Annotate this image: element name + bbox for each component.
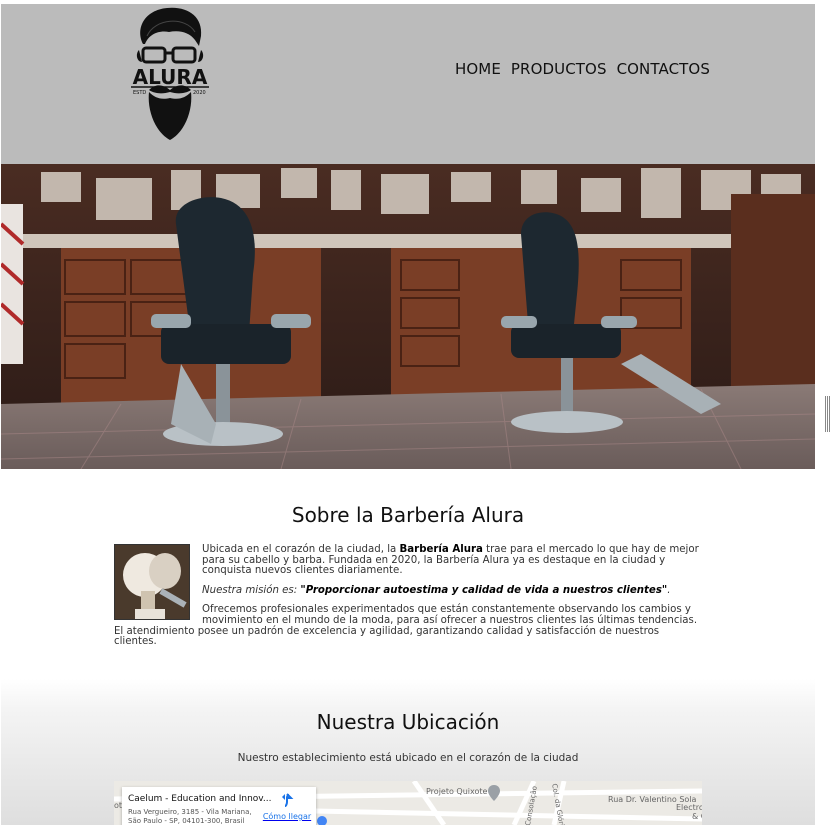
map-place-title[interactable]: Caelum - Education and Innov...	[128, 794, 272, 804]
directions-icon	[282, 793, 294, 807]
location-section: Nuestra Ubicación Nuestro establecimient…	[1, 679, 815, 825]
page: ALURA ESTD 2020 HOME PRODUCTOS CONTACTOS	[1, 4, 815, 825]
location-subtitle: Nuestro establecimiento está ubicado en …	[237, 752, 579, 764]
map-label-projeto-quixote: Projeto Quixote	[426, 787, 488, 796]
main-nav: HOME PRODUCTOS CONTACTOS	[455, 60, 710, 78]
about-text: Ubicada en el corazón de la ciudad, la B…	[114, 544, 699, 657]
embedded-map[interactable]: Projeto Quixote Col. da Glória Rua Dr. V…	[114, 781, 702, 825]
logo-est: ESTD	[133, 90, 146, 96]
about-paragraph-1: Ubicada en el corazón de la ciudad, la B…	[202, 544, 699, 577]
map-place-address: Rua Vergueiro, 3185 - Vila Mariana, São …	[128, 808, 252, 825]
about-paragraph-3: Ofrecemos profesionales experimentados q…	[114, 604, 698, 648]
directions-label: Cómo llegar	[262, 812, 312, 821]
location-title: Nuestra Ubicación	[316, 710, 500, 734]
map-label-electro: Electro	[676, 803, 702, 812]
hero-banner-image	[1, 164, 815, 469]
map-label-c: & C	[692, 812, 702, 821]
map-pin-icon	[488, 785, 500, 801]
map-label-edge: ot	[114, 801, 123, 810]
alura-logo[interactable]: ALURA ESTD 2020	[129, 6, 211, 142]
logo-year: 2020	[193, 90, 206, 96]
map-place-card: Caelum - Education and Innov... Rua Verg…	[122, 787, 316, 825]
nav-contactos-link[interactable]: CONTACTOS	[617, 60, 710, 78]
site-header: ALURA ESTD 2020 HOME PRODUCTOS CONTACTOS	[1, 4, 815, 164]
mission-quote: "Proporcionar autoestima y calidad de vi…	[300, 584, 668, 596]
map-directions-button[interactable]: Cómo llegar	[262, 792, 312, 821]
about-paragraph-mission: Nuestra misión es: "Proporcionar autoest…	[202, 584, 671, 596]
about-section: Sobre la Barbería Alura Ubicada en el co…	[1, 469, 815, 679]
bearded-man-logo-icon: ALURA ESTD 2020	[129, 7, 211, 140]
about-title: Sobre la Barbería Alura	[291, 503, 525, 527]
brand-name-strong: Barbería Alura	[399, 544, 483, 555]
logo-wordmark: ALURA	[133, 65, 208, 89]
nav-productos-link[interactable]: PRODUCTOS	[511, 60, 607, 78]
nav-home-link[interactable]: HOME	[455, 60, 501, 78]
scrollbar-grip[interactable]	[825, 396, 830, 432]
